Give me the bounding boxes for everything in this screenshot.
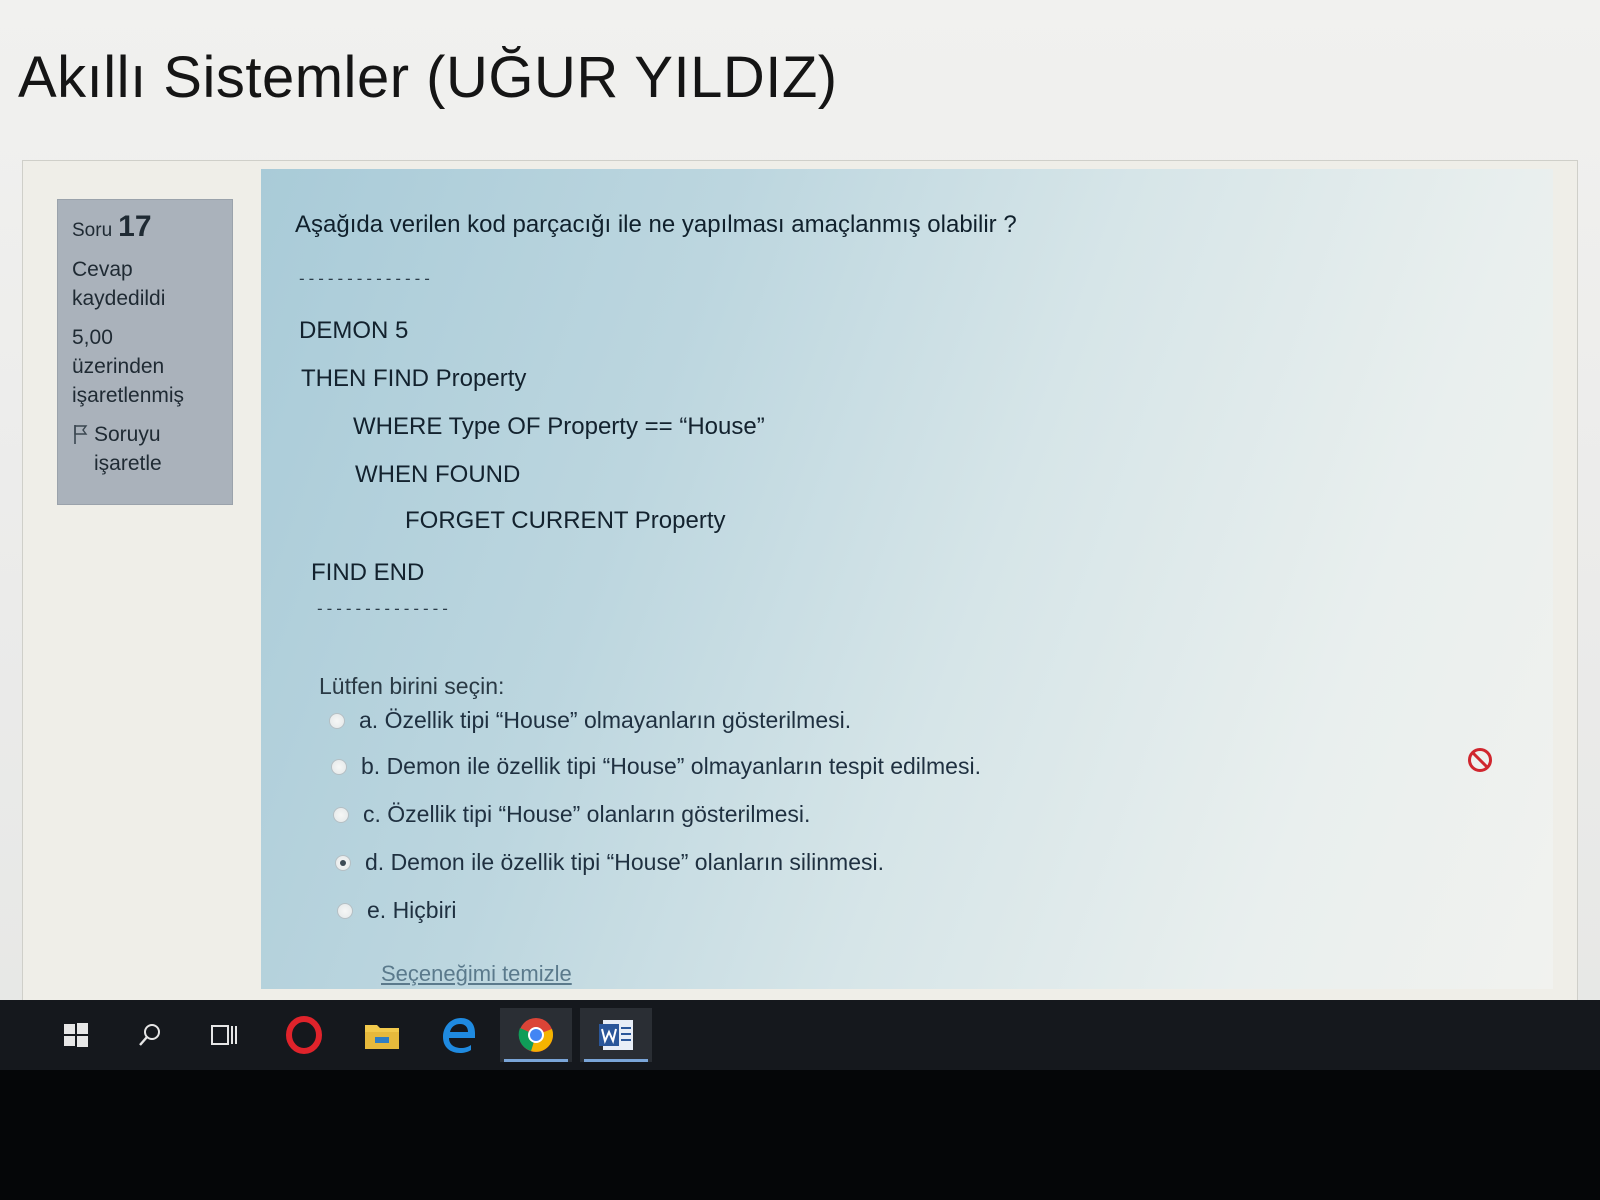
answer-option-b[interactable]: b. Demon ile özellik tipi “House” olmaya… [331, 753, 981, 780]
flag-icon [72, 423, 88, 445]
code-line: FORGET CURRENT Property [405, 507, 726, 534]
option-label-e: e. Hiçbiri [367, 897, 457, 923]
search-icon[interactable] [114, 1008, 186, 1062]
code-divider-bottom: -------------- [315, 599, 450, 618]
answer-option-d[interactable]: d. Demon ile özellik tipi “House” olanla… [335, 849, 884, 876]
question-panel: Aşağıda verilen kod parçacığı ile ne yap… [261, 169, 1553, 989]
mark-line3: işaretlenmiş [72, 384, 185, 407]
screen-bezel [0, 1070, 1600, 1200]
question-number: 17 [118, 210, 152, 243]
mark-info: 5,00 üzerinden işaretlenmiş [72, 323, 218, 410]
answer-option-c[interactable]: c. Özellik tipi “House” olanların göster… [333, 801, 810, 828]
answer-status-line2: kaydedildi [72, 287, 166, 310]
mark-line2: üzerinden [72, 355, 165, 378]
option-label-c: c. Özellik tipi “House” olanların göster… [363, 801, 811, 827]
radio-b[interactable] [331, 758, 347, 775]
code-line: WHERE Type OF Property == “House” [353, 413, 765, 440]
code-line: FIND END [311, 559, 425, 586]
code-line: DEMON 5 [299, 317, 409, 344]
radio-e[interactable] [337, 902, 353, 919]
flag-question-link[interactable]: Soruyu işaretle [72, 420, 218, 478]
browser-screen: Akıllı Sistemler (UĞUR YILDIZ) Soru 17 C… [0, 0, 1600, 1007]
edge-icon[interactable] [422, 1008, 494, 1062]
radio-c[interactable] [333, 806, 349, 823]
answer-status-line1: Cevap [72, 258, 133, 281]
file-explorer-icon[interactable] [346, 1008, 418, 1062]
option-label-a: a. Özellik tipi “House” olmayanların gös… [359, 707, 852, 733]
choose-label: Lütfen birini seçin: [319, 673, 505, 699]
flag-label-line2: işaretle [94, 452, 162, 475]
clear-choice-link[interactable]: Seçeneğimi temizle [381, 961, 572, 987]
windows-start-icon[interactable] [40, 1008, 112, 1062]
opera-icon[interactable] [268, 1008, 340, 1062]
flag-label-line1: Soruyu [94, 423, 161, 446]
task-view-icon[interactable] [188, 1008, 260, 1062]
question-info-box: Soru 17 Cevap kaydedildi 5,00 üzerinden … [57, 199, 233, 505]
answer-status: Cevap kaydedildi [72, 255, 218, 313]
chrome-icon[interactable] [500, 1008, 572, 1062]
code-line: WHEN FOUND [355, 461, 521, 488]
taskbar [0, 1000, 1600, 1070]
word-icon[interactable] [580, 1008, 652, 1062]
answer-option-e[interactable]: e. Hiçbiri [337, 897, 456, 924]
question-number-line: Soru 17 [72, 212, 218, 245]
option-label-d: d. Demon ile özellik tipi “House” olanla… [365, 849, 884, 875]
radio-a[interactable] [329, 712, 345, 729]
mark-value: 5,00 [72, 326, 113, 349]
option-label-b: b. Demon ile özellik tipi “House” olmaya… [361, 753, 981, 779]
incorrect-icon [1468, 748, 1492, 772]
answer-option-a[interactable]: a. Özellik tipi “House” olmayanların gös… [329, 707, 851, 734]
quiz-frame: Soru 17 Cevap kaydedildi 5,00 üzerinden … [22, 160, 1578, 1007]
question-label: Soru [72, 220, 113, 241]
page-title: Akıllı Sistemler (UĞUR YILDIZ) [18, 45, 838, 110]
radio-d[interactable] [335, 854, 351, 871]
question-text: Aşağıda verilen kod parçacığı ile ne yap… [295, 211, 1017, 238]
code-line: THEN FIND Property [301, 365, 527, 392]
code-divider-top: -------------- [297, 269, 432, 288]
